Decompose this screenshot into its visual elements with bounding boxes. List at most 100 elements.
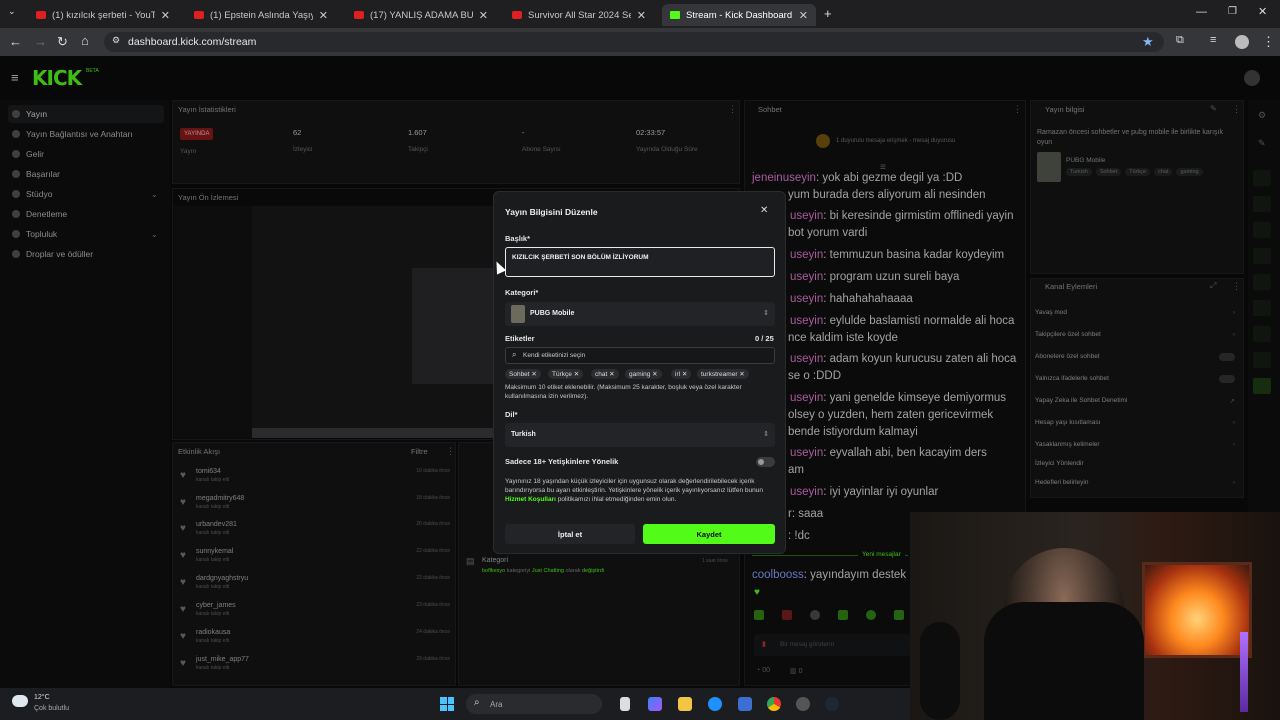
close-icon[interactable]: ✕	[161, 9, 170, 22]
youtube-icon	[512, 11, 522, 19]
tag-chip[interactable]: turkstreamer ✕	[697, 369, 749, 379]
tag-chip[interactable]: irl ✕	[671, 369, 692, 379]
close-icon[interactable]: ✕	[531, 371, 536, 378]
weather-temp[interactable]: 12°C	[34, 694, 50, 701]
tag-chip-label: Türkçe	[552, 371, 572, 378]
weather-desc[interactable]: Çok bulutlu	[34, 705, 69, 712]
extensions-icon[interactable]: ⧉	[1176, 34, 1184, 47]
category-value: PUBG Mobile	[530, 310, 575, 317]
home-icon[interactable]: ⌂	[81, 33, 89, 48]
reading-list-icon[interactable]: ≡	[1210, 34, 1216, 46]
toggle-knob	[758, 459, 764, 465]
close-icon[interactable]: ✕	[799, 9, 808, 22]
back-icon[interactable]: ←	[9, 34, 22, 49]
start-square	[447, 697, 454, 704]
tags-hint: Maksimum 10 etiket eklenebilir. (Maksimu…	[505, 384, 742, 400]
tab-title: (17) YANLIŞ ADAMA BULAŞTILAR	[370, 9, 473, 21]
close-icon[interactable]: ✕	[609, 371, 614, 378]
minimize-icon[interactable]: —	[1196, 6, 1207, 18]
bookmark-star-icon[interactable]: ★	[1142, 34, 1154, 50]
title-input[interactable]: KIZILCIK ŞERBETİ SON BÖLÜM İZLİYORUM	[505, 247, 775, 277]
task-view-icon[interactable]	[620, 697, 630, 711]
chrome-icon[interactable]	[767, 697, 781, 711]
adult-toggle[interactable]	[756, 457, 775, 467]
browser-tab[interactable]: (1) Epstein Aslında Yaşıyor mu? ✕	[186, 4, 336, 26]
obs-icon[interactable]	[796, 697, 810, 711]
close-icon[interactable]: ✕	[652, 371, 657, 378]
start-square	[440, 704, 447, 711]
terms-link[interactable]: Hizmet Koşulları	[505, 496, 556, 503]
close-icon[interactable]: ✕	[479, 9, 488, 22]
taskbar-search[interactable]: ⌕ Ara	[466, 694, 602, 714]
browser-tab[interactable]: Survivor All Star 2024 Sezonunu ✕	[504, 4, 654, 26]
tag-chip[interactable]: gaming ✕	[625, 369, 662, 379]
store-icon[interactable]	[738, 697, 752, 711]
tag-chip-label: turkstreamer	[701, 371, 738, 378]
cancel-button[interactable]: İptal et	[505, 524, 635, 544]
save-button[interactable]: Kaydet	[643, 524, 775, 544]
menu-dots-icon[interactable]: ⋮	[1262, 34, 1275, 50]
tab-search-icon[interactable]: ⌄	[8, 6, 16, 17]
weather-cloud-icon	[12, 695, 28, 707]
copilot-icon[interactable]	[648, 697, 662, 711]
tab-title: Survivor All Star 2024 Sezonunu	[528, 9, 631, 21]
reload-icon[interactable]: ↻	[57, 34, 68, 50]
streamer-hoodie	[984, 602, 1144, 720]
restore-icon[interactable]: ❐	[1228, 6, 1237, 17]
tags-counter: 0 / 25	[755, 334, 774, 343]
modal-title: Yayın Bilgisini Düzenle	[505, 207, 598, 217]
url-field[interactable]: dashboard.kick.com/stream	[104, 32, 1164, 52]
start-square	[440, 697, 447, 704]
tags-placeholder: Kendi etiketinizi seçin	[523, 352, 586, 359]
tags-label: Etiketler	[505, 334, 535, 343]
tag-chip[interactable]: Sohbet ✕	[505, 369, 541, 379]
site-info-icon[interactable]: ⚙	[112, 35, 120, 46]
close-icon[interactable]: ✕	[637, 9, 646, 22]
chevron-updown-icon: ⇕	[763, 431, 769, 438]
category-select[interactable]: PUBG Mobile ⇕	[505, 302, 775, 326]
chevron-updown-icon: ⇕	[763, 310, 769, 317]
profile-avatar[interactable]	[1235, 35, 1249, 49]
language-label: Dil*	[505, 410, 518, 419]
tags-input[interactable]: ⌕ Kendi etiketinizi seçin	[505, 347, 775, 364]
browser-tab[interactable]: (17) YANLIŞ ADAMA BULAŞTILAR ✕	[346, 4, 496, 26]
tab-title: Stream - Kick Dashboard	[686, 9, 793, 21]
fireplace-screen	[1142, 562, 1252, 658]
close-icon[interactable]: ✕	[319, 9, 328, 22]
close-icon[interactable]: ✕	[682, 371, 687, 378]
tag-chip-label: irl	[675, 371, 681, 378]
close-icon[interactable]: ✕	[760, 205, 768, 216]
file-explorer-icon[interactable]	[678, 697, 692, 711]
edge-icon[interactable]	[708, 697, 722, 711]
forward-icon[interactable]: →	[34, 34, 47, 49]
close-icon[interactable]: ✕	[574, 371, 579, 378]
category-label: Kategori*	[505, 288, 539, 297]
new-tab-icon[interactable]: +	[824, 6, 832, 21]
browser-tab[interactable]: (1) kızılcık şerbeti - YouTube ✕	[28, 4, 178, 26]
adult-label: Sadece 18+ Yetişkinlere Yönelik	[505, 457, 619, 466]
window-close-icon[interactable]: ✕	[1258, 5, 1267, 18]
tab-title: (1) Epstein Aslında Yaşıyor mu?	[210, 9, 313, 21]
search-placeholder: Ara	[490, 700, 503, 709]
youtube-icon	[354, 11, 364, 19]
title-input-value: KIZILCIK ŞERBETİ SON BÖLÜM İZLİYORUM	[512, 254, 649, 261]
tab-title: (1) kızılcık şerbeti - YouTube	[52, 9, 155, 21]
adult-hint-text: Yayınınız 18 yaşından küçük izleyiciler …	[505, 478, 763, 494]
search-icon: ⌕	[474, 697, 480, 708]
start-icon[interactable]	[440, 697, 454, 711]
tag-chip[interactable]: chat ✕	[591, 369, 619, 379]
steam-icon[interactable]	[825, 697, 839, 711]
youtube-icon	[194, 11, 204, 19]
adult-hint: Yayınınız 18 yaşından küçük izleyiciler …	[505, 477, 777, 504]
tag-chip[interactable]: Türkçe ✕	[548, 369, 584, 379]
browser-tab-active[interactable]: Stream - Kick Dashboard ✕	[662, 4, 816, 26]
search-icon: ⌕	[512, 350, 517, 359]
game-thumbnail	[511, 305, 525, 323]
rgb-light	[1240, 632, 1248, 712]
language-select[interactable]: Turkish ⇕	[505, 423, 775, 447]
kick-icon	[670, 11, 680, 19]
youtube-icon	[36, 11, 46, 19]
gaming-chair	[920, 622, 960, 720]
close-icon[interactable]: ✕	[739, 371, 744, 378]
adult-hint-text: politikamızı ihlal etmediğinden emin olu…	[555, 496, 677, 503]
